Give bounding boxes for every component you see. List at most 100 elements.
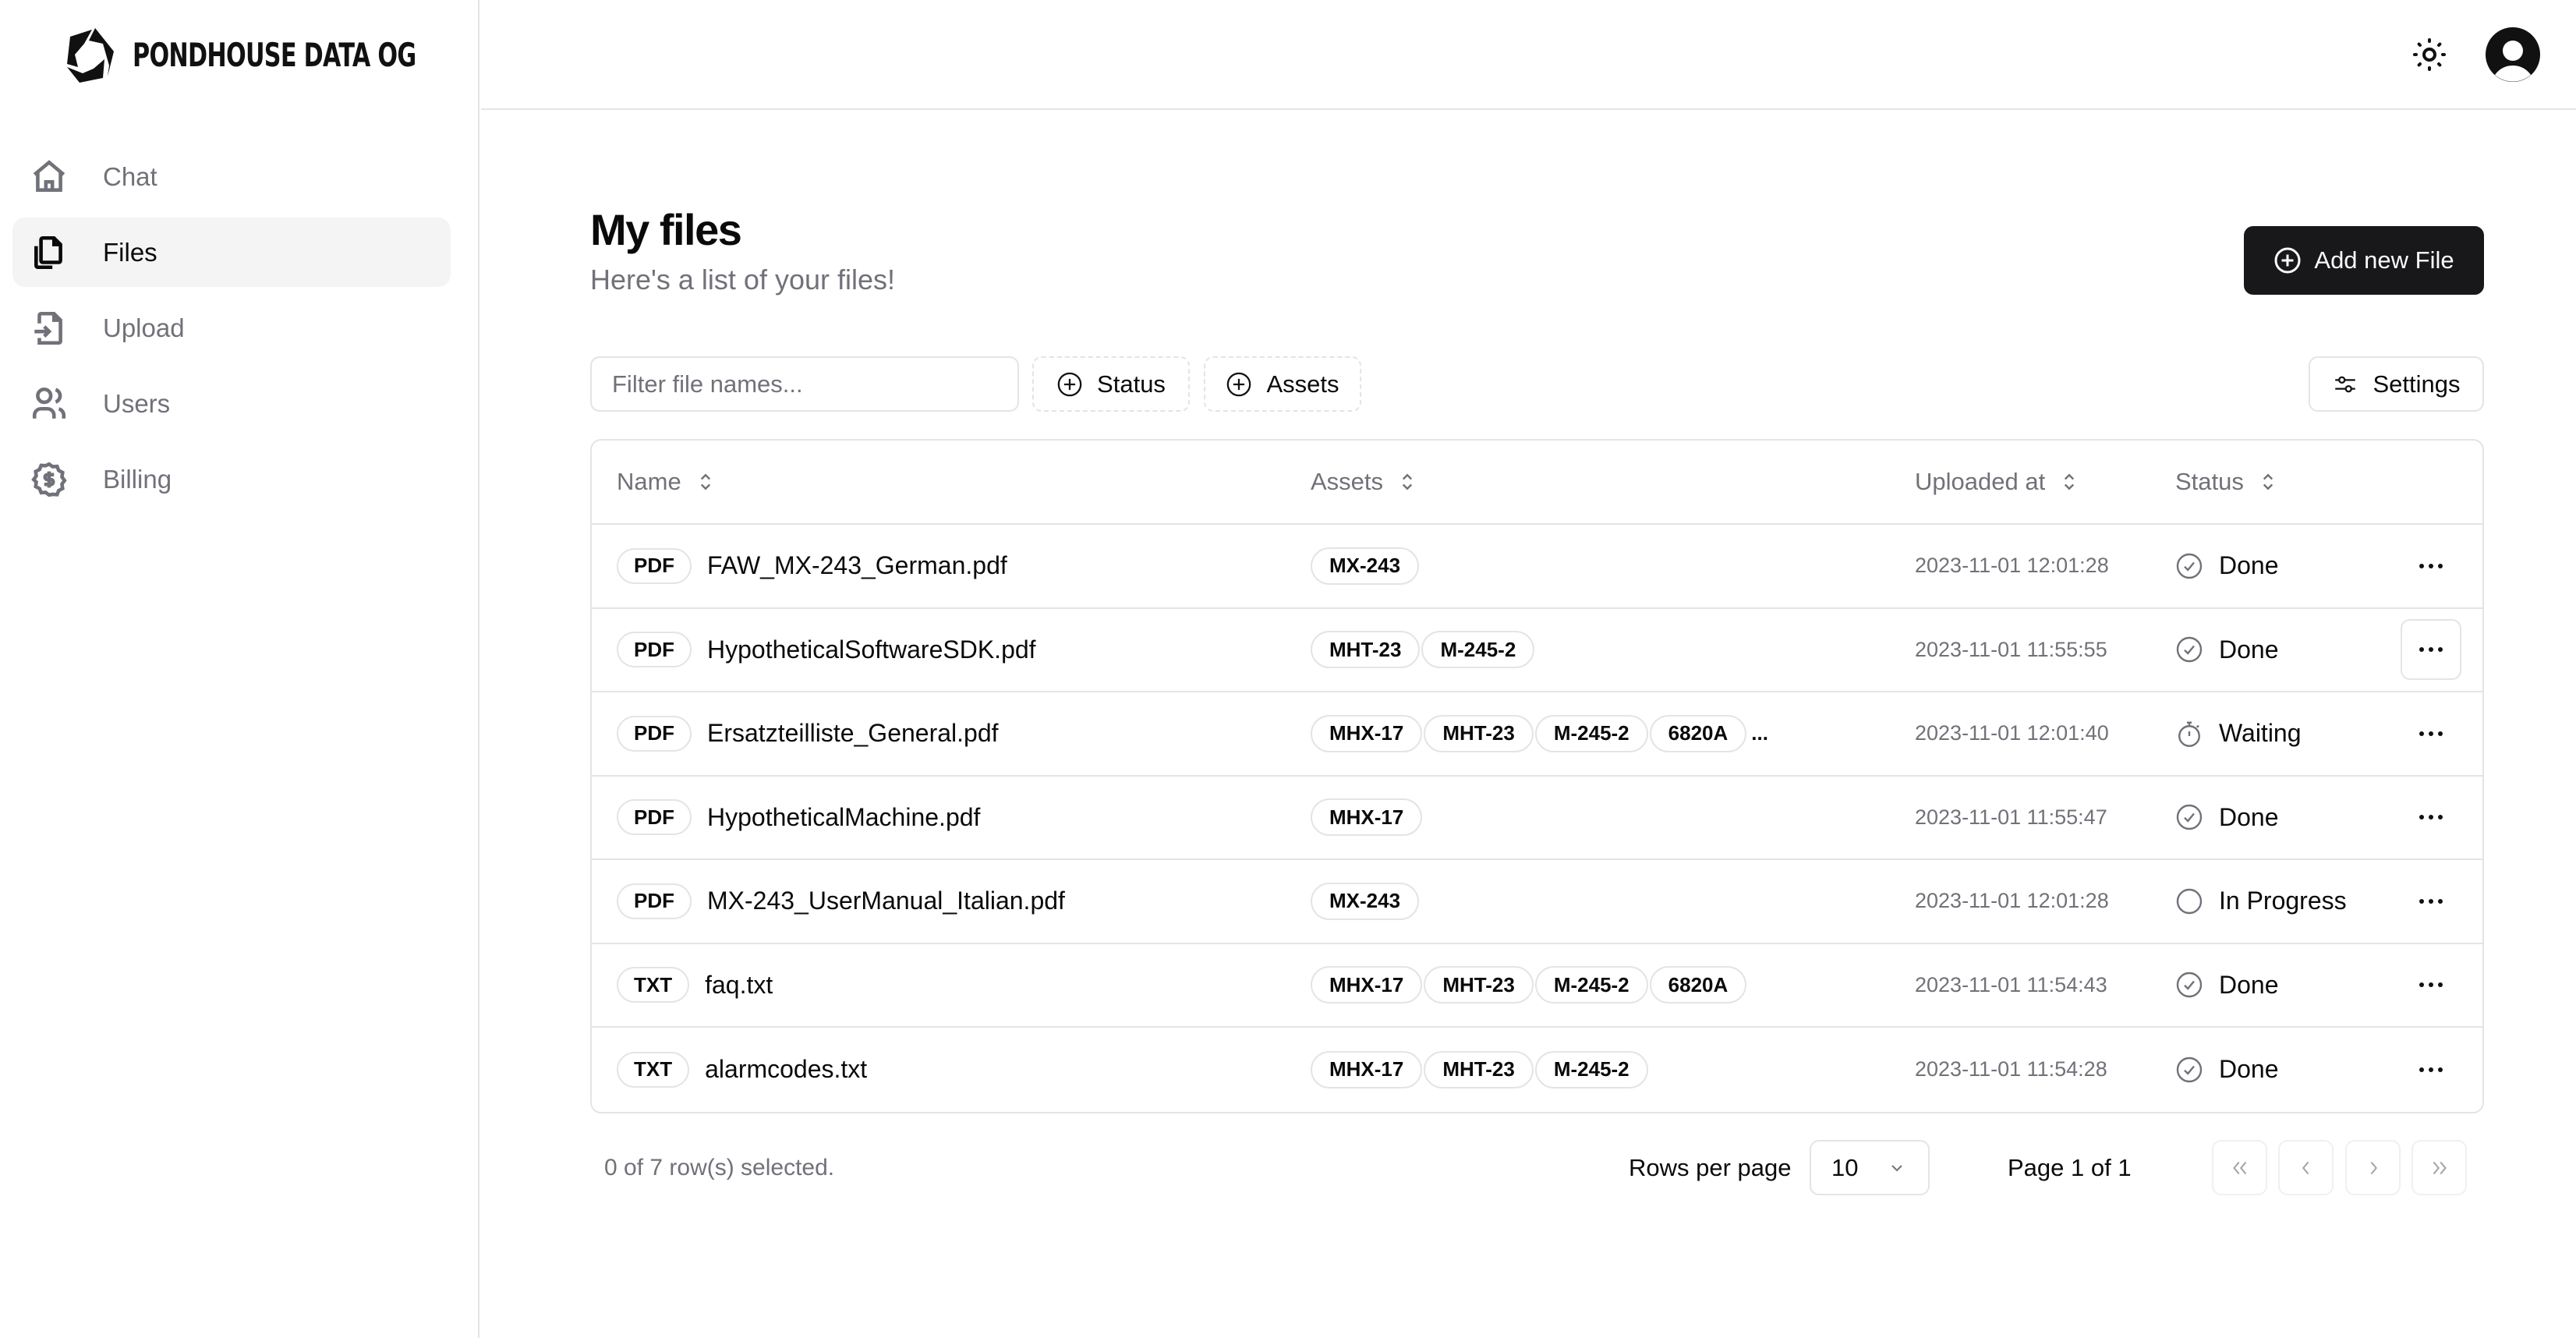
pondhouse-logo-icon bbox=[67, 28, 114, 83]
more-horizontal-icon bbox=[2419, 647, 2443, 653]
asset-tag: MHX-17 bbox=[1311, 798, 1423, 837]
chevrons-left-icon bbox=[2232, 1161, 2246, 1174]
sidebar-item-files[interactable]: Files bbox=[12, 218, 451, 287]
file-name[interactable]: HypotheticalSoftwareSDK.pdf bbox=[707, 635, 1036, 664]
uploaded-at-cell: 2023-11-01 11:54:43 bbox=[1915, 944, 2107, 1027]
table-row[interactable]: PDF HypotheticalMachine.pdf MHX-17 2023-… bbox=[592, 777, 2482, 860]
sun-icon bbox=[2413, 38, 2446, 71]
asset-tag: 6820A bbox=[1649, 714, 1747, 752]
row-actions-button[interactable] bbox=[2401, 871, 2461, 932]
dollar-badge-icon bbox=[28, 458, 70, 501]
table-row[interactable]: PDF HypotheticalSoftwareSDK.pdf MHT-23 M-… bbox=[592, 609, 2482, 692]
assets-cell: MHX-17 bbox=[1311, 777, 1423, 859]
files-icon bbox=[28, 232, 70, 274]
table-body: PDF FAW_MX-243_German.pdf MX-243 2023-11… bbox=[592, 525, 2482, 1112]
status-filter-button[interactable]: Status bbox=[1032, 356, 1190, 412]
home-icon bbox=[28, 156, 70, 198]
file-name[interactable]: FAW_MX-243_German.pdf bbox=[707, 551, 1007, 580]
column-header-status[interactable]: Status bbox=[2175, 468, 2277, 496]
table-row[interactable]: PDF MX-243_UserManual_Italian.pdf MX-243… bbox=[592, 860, 2482, 944]
uploaded-at: 2023-11-01 11:54:28 bbox=[1915, 1057, 2107, 1081]
sidebar-item-upload[interactable]: Upload bbox=[12, 293, 451, 363]
table-row[interactable]: TXT faq.txt MHX-17 MHT-23 M-245-2 6820A 202… bbox=[592, 944, 2482, 1028]
assets-filter-button[interactable]: Assets bbox=[1204, 356, 1361, 412]
row-actions-button[interactable] bbox=[2401, 787, 2461, 848]
status-cell: Done bbox=[2175, 777, 2279, 859]
assets-cell: MX-243 bbox=[1311, 860, 1420, 943]
asset-tag: MHX-17 bbox=[1311, 714, 1423, 752]
table-row[interactable]: TXT alarmcodes.txt MHX-17 MHT-23 M-245-2 2… bbox=[592, 1028, 2482, 1112]
sidebar-nav: Chat Files Upload Users Billing bbox=[12, 142, 451, 520]
status-cell: Done bbox=[2175, 1028, 2279, 1112]
top-bar bbox=[481, 0, 2576, 110]
more-assets-indicator: ... bbox=[1751, 721, 1768, 745]
uploaded-at: 2023-11-01 12:01:28 bbox=[1915, 554, 2109, 578]
asset-tag: MHT-23 bbox=[1311, 631, 1421, 669]
user-avatar[interactable] bbox=[2485, 27, 2541, 83]
file-name[interactable]: MX-243_UserManual_Italian.pdf bbox=[707, 887, 1065, 915]
selection-count: 0 of 7 row(s) selected. bbox=[604, 1154, 835, 1180]
row-actions-button[interactable] bbox=[2401, 619, 2461, 681]
filter-file-names-input[interactable] bbox=[590, 356, 1019, 412]
stopwatch-icon bbox=[2178, 721, 2200, 747]
next-page-button[interactable] bbox=[2345, 1140, 2401, 1195]
row-actions-button[interactable] bbox=[2401, 1039, 2461, 1100]
uploaded-at-cell: 2023-11-01 11:55:47 bbox=[1915, 777, 2107, 859]
asset-tag: MHX-17 bbox=[1311, 1050, 1423, 1088]
page-title: My files bbox=[590, 205, 742, 254]
plus-circle-icon bbox=[1227, 372, 1251, 396]
table-row[interactable]: PDF FAW_MX-243_German.pdf MX-243 2023-11… bbox=[592, 525, 2482, 609]
uploaded-at-cell: 2023-11-01 12:01:28 bbox=[1915, 860, 2109, 943]
first-page-button[interactable] bbox=[2212, 1140, 2267, 1195]
file-name[interactable]: HypotheticalMachine.pdf bbox=[707, 803, 980, 832]
file-import-icon bbox=[28, 307, 70, 349]
page-subtitle: Here's a list of your files! bbox=[590, 264, 896, 296]
brand-logo[interactable]: PONDHOUSE DATA OG bbox=[62, 23, 526, 86]
file-type-badge: PDF bbox=[617, 799, 692, 836]
table-row[interactable]: PDF Ersatzteilliste_General.pdf MHX-17 MH… bbox=[592, 692, 2482, 777]
name-cell: TXT alarmcodes.txt bbox=[617, 1028, 867, 1112]
sidebar-item-billing[interactable]: Billing bbox=[12, 444, 451, 514]
add-new-file-button[interactable]: Add new File bbox=[2244, 226, 2484, 295]
asset-tags: MX-243 bbox=[1311, 547, 1420, 585]
chevron-down-icon bbox=[1891, 1164, 1903, 1171]
row-actions-button[interactable] bbox=[2401, 703, 2461, 764]
status-label: Waiting bbox=[2219, 719, 2302, 748]
file-name[interactable]: Ersatzteilliste_General.pdf bbox=[707, 719, 999, 748]
sidebar-item-label: Billing bbox=[103, 464, 172, 494]
chevron-right-icon bbox=[2370, 1161, 2377, 1174]
file-type-badge: PDF bbox=[617, 715, 692, 752]
uploaded-at-cell: 2023-11-01 11:55:55 bbox=[1915, 609, 2107, 692]
sidebar-item-users[interactable]: Users bbox=[12, 369, 451, 438]
sidebar: PONDHOUSE DATA OG Chat Files Upload User… bbox=[0, 0, 479, 1338]
file-name[interactable]: alarmcodes.txt bbox=[705, 1055, 867, 1084]
files-table: Name Assets Uploaded at Status PDF FAW_M… bbox=[590, 439, 2484, 1113]
page-info: Page 1 of 1 bbox=[2008, 1153, 2132, 1181]
theme-toggle-button[interactable] bbox=[2406, 33, 2453, 76]
last-page-button[interactable] bbox=[2411, 1140, 2467, 1195]
status-label: In Progress bbox=[2219, 887, 2347, 915]
check-circle-icon bbox=[2176, 553, 2203, 579]
column-header-uploaded-at[interactable]: Uploaded at bbox=[1915, 468, 2078, 496]
uploaded-at-cell: 2023-11-01 11:54:28 bbox=[1915, 1028, 2107, 1112]
asset-tag: MX-243 bbox=[1311, 882, 1420, 920]
row-actions-button[interactable] bbox=[2401, 954, 2461, 1015]
asset-tag: 6820A bbox=[1649, 966, 1747, 1004]
users-icon bbox=[28, 383, 70, 425]
view-settings-button[interactable]: Settings bbox=[2309, 356, 2484, 412]
sidebar-item-chat[interactable]: Chat bbox=[12, 142, 451, 211]
name-cell: PDF MX-243_UserManual_Italian.pdf bbox=[617, 860, 1065, 943]
assets-cell: MX-243 bbox=[1311, 525, 1420, 607]
file-type-badge: PDF bbox=[617, 547, 692, 584]
file-name[interactable]: faq.txt bbox=[705, 971, 773, 1000]
column-header-name[interactable]: Name bbox=[617, 468, 714, 496]
previous-page-button[interactable] bbox=[2278, 1140, 2334, 1195]
asset-tag: MHT-23 bbox=[1424, 714, 1534, 752]
row-actions-button[interactable] bbox=[2401, 536, 2461, 596]
rows-per-page-label: Rows per page bbox=[1629, 1153, 1792, 1181]
uploaded-at-cell: 2023-11-01 12:01:40 bbox=[1915, 692, 2109, 775]
column-header-assets[interactable]: Assets bbox=[1311, 468, 1416, 496]
assets-cell: MHT-23 M-245-2 bbox=[1311, 609, 1535, 692]
rows-per-page-select[interactable]: 10 bbox=[1810, 1140, 1930, 1195]
status-label: Done bbox=[2219, 1055, 2279, 1084]
